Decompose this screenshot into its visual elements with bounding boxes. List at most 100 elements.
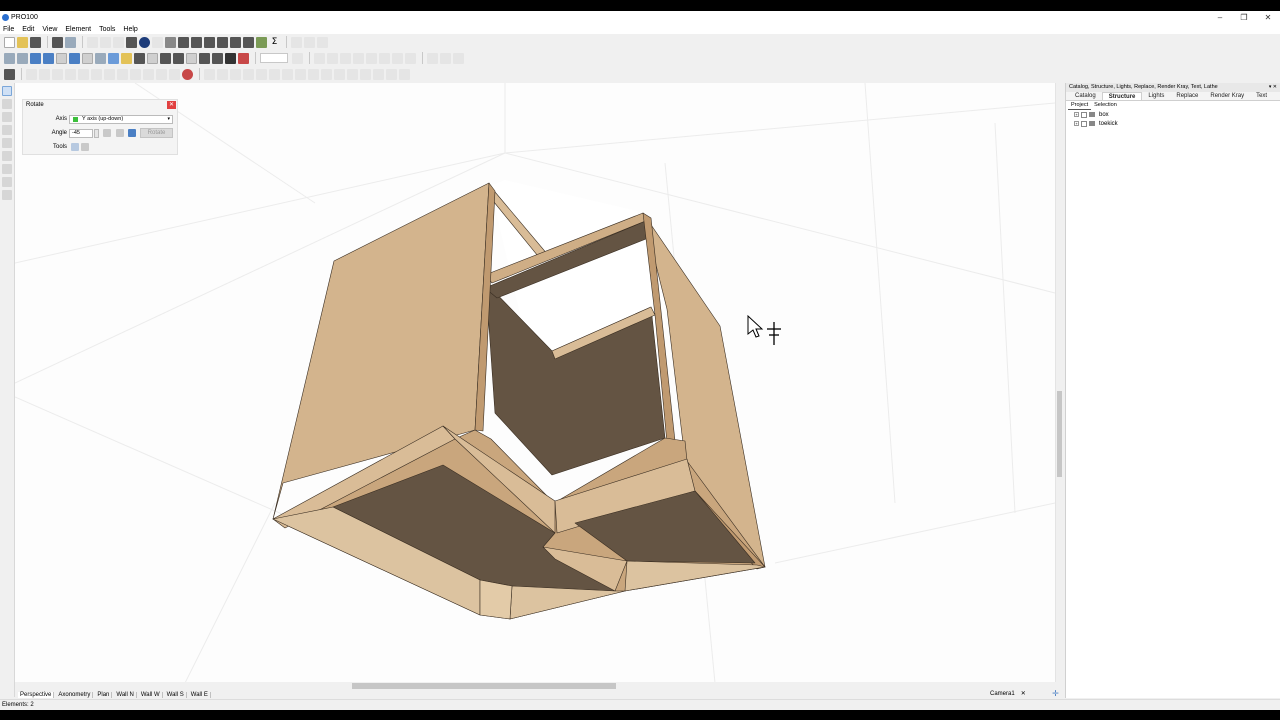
menu-file[interactable]: File	[3, 26, 14, 33]
tab-plan[interactable]: Plan	[95, 691, 113, 698]
catalog-icon[interactable]	[165, 36, 176, 48]
view-shadows-icon[interactable]	[108, 52, 119, 64]
align-bottom-icon[interactable]	[379, 52, 390, 64]
view-shaded-icon[interactable]	[43, 52, 54, 64]
space-h-icon[interactable]	[427, 52, 438, 64]
mirror-icon[interactable]	[52, 68, 63, 80]
camera-tool-icon[interactable]	[2, 190, 12, 200]
zoom-out-icon[interactable]	[304, 36, 315, 48]
settings-icon[interactable]	[256, 36, 267, 48]
menu-tools[interactable]: Tools	[99, 26, 115, 33]
eye-icon[interactable]	[173, 52, 184, 64]
snap-icon[interactable]	[186, 52, 197, 64]
expand-icon[interactable]: +	[1074, 112, 1079, 117]
horizontal-scroll-thumb[interactable]	[352, 683, 616, 689]
ruler-icon[interactable]	[147, 52, 158, 64]
zoom-fit-icon[interactable]	[317, 36, 328, 48]
stop-icon[interactable]	[238, 52, 249, 64]
undo-icon[interactable]	[139, 36, 150, 48]
block-13-icon[interactable]	[360, 68, 371, 80]
space-v-icon[interactable]	[440, 52, 451, 64]
tab-wall-e[interactable]: Wall E	[189, 691, 211, 698]
align-center-icon[interactable]	[327, 52, 338, 64]
tab-axonometry[interactable]: Axonometry	[56, 691, 94, 698]
align-top-icon[interactable]	[353, 52, 364, 64]
magnet-icon[interactable]	[225, 52, 236, 64]
rotate-panel-close-button[interactable]: ✕	[167, 101, 176, 109]
block-12-icon[interactable]	[347, 68, 358, 80]
block-8-icon[interactable]	[295, 68, 306, 80]
view-textured-icon[interactable]	[56, 52, 67, 64]
distribute-v-icon[interactable]	[405, 52, 416, 64]
redo-icon[interactable]	[152, 36, 163, 48]
tab-perspective[interactable]: Perspective	[18, 691, 55, 698]
delete-icon[interactable]	[126, 36, 137, 48]
tab-lights[interactable]: Lights	[1142, 92, 1170, 100]
tree-item-toekick[interactable]: + toekick	[1066, 119, 1280, 128]
texture-icon[interactable]	[169, 68, 180, 80]
eraser-tool-icon[interactable]	[2, 138, 12, 148]
fit-view-icon[interactable]	[134, 52, 145, 64]
move-icon[interactable]	[26, 68, 37, 80]
visibility-checkbox[interactable]	[1081, 111, 1087, 118]
move-tool-icon[interactable]	[2, 99, 12, 109]
block-15-icon[interactable]	[386, 68, 397, 80]
block-9-icon[interactable]	[308, 68, 319, 80]
space-d-icon[interactable]	[453, 52, 464, 64]
angle-input[interactable]: -45	[69, 129, 93, 138]
pointer-icon[interactable]	[199, 52, 210, 64]
view-combo[interactable]	[260, 53, 288, 63]
new-file-icon[interactable]	[4, 36, 15, 48]
minimize-button[interactable]: –	[1208, 11, 1232, 24]
subtab-project[interactable]: Project	[1068, 101, 1092, 110]
tab-render-kray[interactable]: Render Kray	[1204, 92, 1250, 100]
block-3-icon[interactable]	[230, 68, 241, 80]
camera-close-icon[interactable]: ✕	[1021, 690, 1026, 697]
rotate-tool-icon[interactable]	[2, 112, 12, 122]
print-icon[interactable]	[52, 36, 63, 48]
cabinet-model[interactable]	[15, 83, 1063, 683]
tab-catalog[interactable]: Catalog	[1069, 92, 1102, 100]
grid-icon[interactable]	[160, 52, 171, 64]
shape-tool-icon[interactable]	[2, 151, 12, 161]
cut-icon[interactable]	[87, 36, 98, 48]
block-7-icon[interactable]	[282, 68, 293, 80]
block-4-icon[interactable]	[243, 68, 254, 80]
align-icon[interactable]	[191, 36, 202, 48]
tab-structure[interactable]: Structure	[1101, 92, 1143, 100]
block-6-icon[interactable]	[269, 68, 280, 80]
menu-help[interactable]: Help	[123, 26, 137, 33]
shape-icon[interactable]	[143, 68, 154, 80]
join-icon[interactable]	[104, 68, 115, 80]
texture-tool-icon[interactable]	[2, 177, 12, 187]
vertical-scrollbar[interactable]	[1055, 83, 1063, 683]
tab-wall-n[interactable]: Wall N	[114, 691, 137, 698]
pricing-icon[interactable]	[243, 36, 254, 48]
edge-icon[interactable]	[130, 68, 141, 80]
open-folder-icon[interactable]	[17, 36, 28, 48]
camera-selector[interactable]: Camera1 ✕	[990, 690, 1026, 698]
pencil-tool-icon[interactable]	[2, 125, 12, 135]
zoom-in-icon[interactable]	[291, 36, 302, 48]
axis-select[interactable]: Y axis (up-down) ▾	[69, 115, 173, 124]
visibility-checkbox[interactable]	[1081, 120, 1087, 127]
menu-element[interactable]: Element	[65, 26, 91, 33]
block-1-icon[interactable]	[204, 68, 215, 80]
rotate-button[interactable]: Rotate	[140, 128, 173, 138]
rotate-tool-a-icon[interactable]	[71, 143, 79, 151]
block-2-icon[interactable]	[217, 68, 228, 80]
cut-tool-icon[interactable]	[91, 68, 102, 80]
block-14-icon[interactable]	[373, 68, 384, 80]
tab-text[interactable]: Text	[1250, 92, 1273, 100]
report-icon[interactable]	[230, 36, 241, 48]
array-icon[interactable]	[117, 68, 128, 80]
record-icon[interactable]	[182, 68, 193, 80]
block-5-icon[interactable]	[256, 68, 267, 80]
paste-icon[interactable]	[113, 36, 124, 48]
measure-tool-icon[interactable]	[2, 164, 12, 174]
scale-icon[interactable]	[65, 68, 76, 80]
grid-snap-icon[interactable]	[116, 129, 124, 137]
tab-wall-s[interactable]: Wall S	[165, 691, 187, 698]
rotate-tool-b-icon[interactable]	[81, 143, 89, 151]
view-dimensions-icon[interactable]	[95, 52, 106, 64]
